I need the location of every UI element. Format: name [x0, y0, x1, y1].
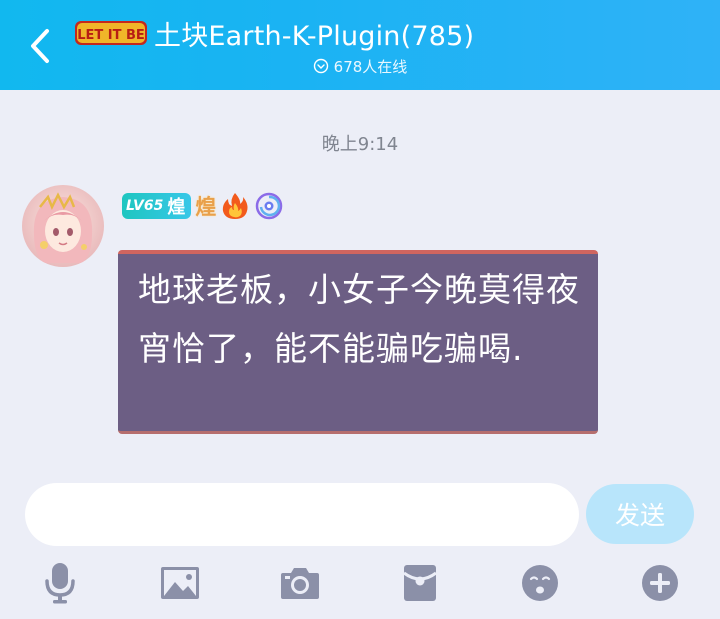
- online-status[interactable]: 678人在线: [0, 55, 720, 77]
- emoji-button[interactable]: [515, 560, 565, 606]
- red-packet-icon: [403, 565, 437, 601]
- red-packet-button[interactable]: [395, 560, 445, 606]
- more-button[interactable]: [635, 560, 685, 606]
- online-count: 678人在线: [333, 57, 408, 76]
- voice-button[interactable]: [35, 560, 85, 606]
- swirl-icon: [256, 192, 283, 220]
- level-badge: LV65 煌: [122, 193, 192, 219]
- camera-icon: [281, 568, 319, 599]
- plus-icon: [642, 565, 678, 601]
- image-icon: [161, 567, 199, 599]
- avatar[interactable]: [22, 185, 104, 267]
- send-button[interactable]: 发送: [586, 484, 694, 544]
- message-text: 地球老板，小女子今晚莫得夜宵恰了，能不能骗吃骗喝.: [138, 270, 580, 368]
- input-toolbar: [0, 560, 720, 610]
- let-it-be-logo: LET IT BE: [75, 21, 147, 45]
- camera-button[interactable]: [275, 560, 325, 606]
- group-title: 土块Earth-K-Plugin(785): [154, 20, 475, 52]
- message-timestamp: 晚上9:14: [321, 134, 399, 155]
- level-text: LV65: [126, 198, 164, 214]
- message-bubble[interactable]: 地球老板，小女子今晚莫得夜宵恰了，能不能骗吃骗喝.: [118, 250, 598, 434]
- group-logo-badge: LET IT BE: [74, 17, 148, 49]
- chevron-down-circle-icon: [313, 58, 328, 74]
- svg-text:LET IT BE: LET IT BE: [77, 28, 145, 43]
- sender-badges: LV65 煌 煌: [122, 191, 284, 221]
- photo-button[interactable]: [155, 560, 205, 606]
- group-title-row[interactable]: LET IT BE 土块Earth-K-Plugin(785): [74, 14, 474, 52]
- chat-header: LET IT BE 土块Earth-K-Plugin(785) 678人在线: [0, 0, 720, 90]
- level-title: 煌: [167, 197, 186, 218]
- emoji-icon: [522, 565, 558, 601]
- microphone-icon: [45, 563, 75, 604]
- honor-title: 煌: [195, 195, 217, 219]
- anime-avatar-image: [22, 185, 104, 267]
- fire-icon: [223, 193, 248, 219]
- message-input[interactable]: [25, 483, 579, 546]
